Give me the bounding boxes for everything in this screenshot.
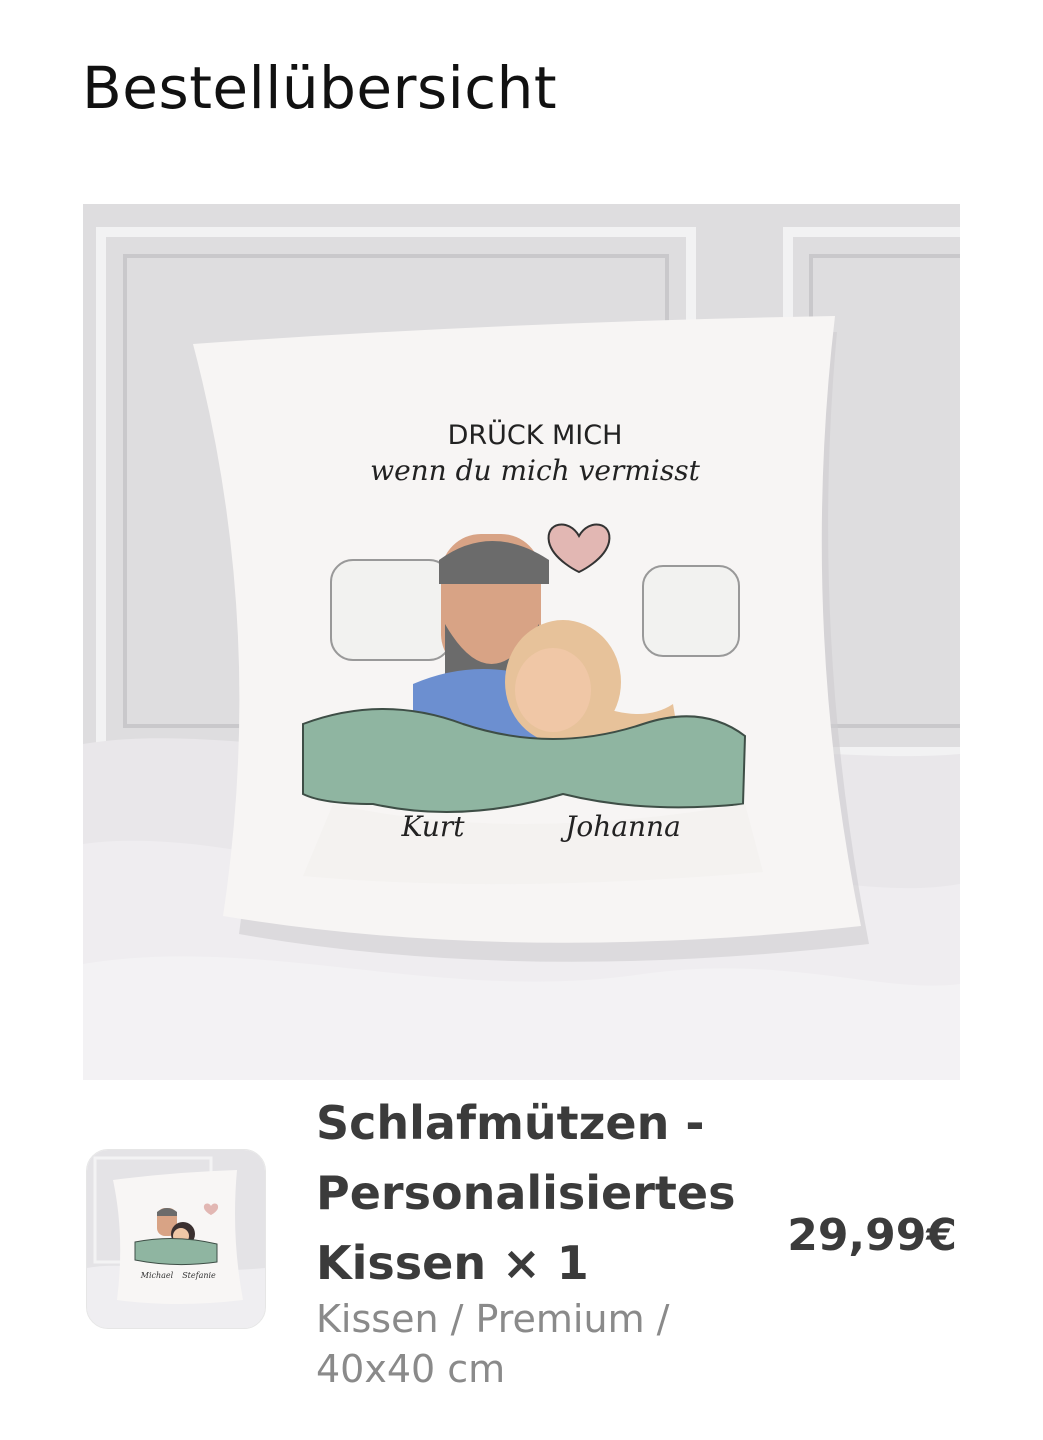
- order-overview-page: Bestellübersicht DRÜCK MICH wenn du mich…: [0, 0, 1043, 1440]
- product-thumbnail[interactable]: Michael Stefanie: [86, 1149, 266, 1329]
- print-name-right: Johanna: [560, 810, 681, 843]
- page-title: Bestellübersicht: [82, 54, 558, 122]
- product-photo: DRÜCK MICH wenn du mich vermisst Kurt Jo…: [83, 204, 960, 1080]
- order-item-title: Schlafmützen - Personalisiertes Kissen ×…: [316, 1096, 736, 1290]
- order-item-variant: Kissen / Premium / 40x40 cm: [316, 1297, 670, 1391]
- print-headline: DRÜCK MICH: [448, 419, 623, 451]
- thumb-name-right: Stefanie: [182, 1271, 216, 1280]
- product-image: DRÜCK MICH wenn du mich vermisst Kurt Jo…: [83, 204, 960, 1080]
- thumbnail-photo: Michael Stefanie: [87, 1150, 265, 1328]
- print-name-left: Kurt: [401, 810, 466, 843]
- order-item-price: 29,99€: [787, 1210, 957, 1261]
- thumb-name-left: Michael: [140, 1271, 174, 1280]
- print-subline: wenn du mich vermisst: [370, 454, 701, 487]
